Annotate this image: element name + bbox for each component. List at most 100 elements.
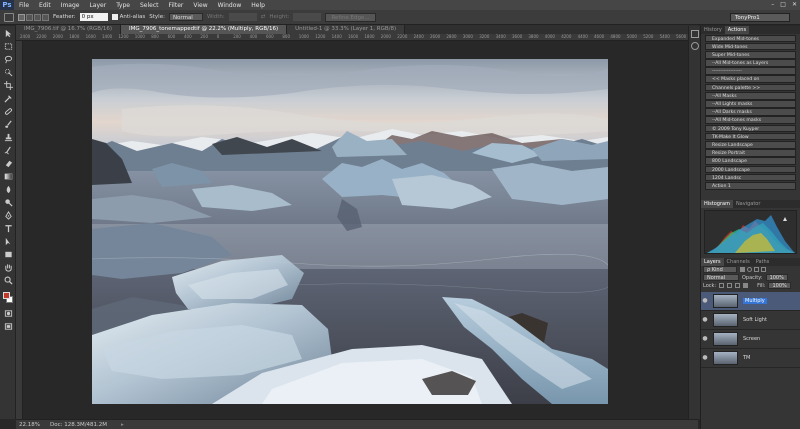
foreground-color-swatch[interactable] <box>3 292 10 299</box>
lock-pixels-icon[interactable] <box>719 283 725 289</box>
action-item[interactable]: 2000 Landscape <box>705 165 796 174</box>
layer-name[interactable]: Screen <box>743 336 760 342</box>
menu-select[interactable]: Select <box>135 2 164 9</box>
action-item[interactable]: 1204 Landsc <box>705 173 796 182</box>
layer-row[interactable]: ● Soft Light <box>701 311 800 330</box>
action-item[interactable]: Channels palette >> <box>705 83 796 92</box>
menu-type[interactable]: Type <box>111 2 135 9</box>
action-item[interactable]: --All Mid-tones as Layers <box>705 59 796 67</box>
shape-filter-icon[interactable] <box>761 267 766 273</box>
action-item[interactable]: ------------------ <box>705 67 796 75</box>
eyedropper-icon[interactable] <box>2 93 14 104</box>
layer-kind-filter[interactable]: ρ Kind <box>703 266 737 274</box>
eye-icon[interactable]: ● <box>701 316 709 323</box>
blur-tool-icon[interactable] <box>2 184 14 195</box>
eraser-tool-icon[interactable] <box>2 158 14 169</box>
fill-input[interactable]: 100% <box>768 282 791 290</box>
layer-name[interactable]: TM <box>743 355 750 361</box>
action-item[interactable]: © 2009 Tony Kuyper <box>705 124 796 133</box>
action-item[interactable]: Expanded Mid-tones <box>705 34 796 43</box>
new-selection-icon[interactable] <box>18 13 25 21</box>
action-item[interactable]: Action 1 <box>705 181 796 190</box>
zoom-tool-icon[interactable] <box>2 275 14 286</box>
tab-channels[interactable]: Channels <box>724 258 753 266</box>
action-item[interactable]: TK-Make It Glow <box>705 132 796 141</box>
tab-navigator[interactable]: Navigator <box>733 200 763 208</box>
menu-view[interactable]: View <box>188 2 212 9</box>
action-item[interactable]: << Masks placed on <box>705 75 796 84</box>
clone-stamp-icon[interactable] <box>2 132 14 143</box>
action-item[interactable]: --All Masks <box>705 91 796 100</box>
layer-row[interactable]: ● TM <box>701 349 800 368</box>
lock-paint-icon[interactable] <box>727 283 733 289</box>
intersect-selection-icon[interactable] <box>42 13 49 21</box>
brush-tool-icon[interactable] <box>2 119 14 130</box>
menu-window[interactable]: Window <box>213 2 247 9</box>
lock-position-icon[interactable] <box>735 283 741 289</box>
healing-brush-icon[interactable] <box>2 106 14 117</box>
tab-untitled[interactable]: Untitled-1 @ 33.3% (Layer 1, RGB/8) <box>287 25 406 34</box>
lock-all-icon[interactable] <box>743 283 749 289</box>
swap-icon[interactable]: ⇄ <box>261 14 266 20</box>
menu-layer[interactable]: Layer <box>84 2 111 9</box>
type-filter-icon[interactable] <box>754 267 759 273</box>
opacity-input[interactable]: 100% <box>765 274 788 282</box>
maximize-button[interactable]: □ <box>780 1 786 8</box>
move-tool-icon[interactable] <box>2 28 14 39</box>
subtract-selection-icon[interactable] <box>34 13 41 21</box>
eye-icon[interactable]: ● <box>701 335 709 342</box>
action-item[interactable]: 800 Landscape <box>705 157 796 165</box>
menu-file[interactable]: File <box>14 2 34 9</box>
menu-help[interactable]: Help <box>246 2 270 9</box>
feather-input[interactable]: 0 px <box>79 13 108 21</box>
tab-img7906-tonemapped[interactable]: IMG_7906_tonemappedtif @ 22.2% (Multiply… <box>120 25 288 34</box>
refine-edge-button[interactable]: Refine Edge... <box>325 12 376 22</box>
minimize-button[interactable]: – <box>771 1 774 8</box>
status-menu-arrow-icon[interactable]: ▸ <box>121 422 124 428</box>
action-item[interactable]: --All Lights masks <box>705 100 796 108</box>
antialias-checkbox[interactable]: Anti-alias <box>111 14 145 20</box>
blend-mode-select[interactable]: Normal <box>703 274 739 282</box>
workspace-select[interactable]: TonyPro1 <box>730 13 790 22</box>
pixel-filter-icon[interactable] <box>740 267 745 273</box>
tab-histogram[interactable]: Histogram <box>701 199 733 208</box>
layer-name[interactable]: Soft Light <box>743 317 767 323</box>
gradient-tool-icon[interactable] <box>2 171 14 182</box>
marquee-preset-icon[interactable] <box>4 12 14 22</box>
lasso-tool-icon[interactable] <box>2 54 14 65</box>
shape-tool-icon[interactable] <box>2 249 14 260</box>
menu-filter[interactable]: Filter <box>164 2 189 9</box>
layer-row[interactable]: ● Screen <box>701 330 800 349</box>
tab-actions[interactable]: Actions <box>724 26 750 34</box>
tab-paths[interactable]: Paths <box>753 258 773 266</box>
screen-mode-icon[interactable] <box>2 321 14 332</box>
width-input[interactable] <box>228 13 257 21</box>
layer-name[interactable]: Multiply <box>743 297 767 304</box>
menu-image[interactable]: Image <box>56 2 85 9</box>
add-selection-icon[interactable] <box>26 13 33 21</box>
layer-row[interactable]: ● Multiply <box>701 291 800 311</box>
marquee-tool-icon[interactable] <box>2 41 14 52</box>
eye-icon[interactable]: ● <box>701 297 709 304</box>
action-item[interactable]: Super Mid-tones <box>705 50 796 59</box>
height-input[interactable] <box>293 13 322 21</box>
close-button[interactable]: ✕ <box>792 1 797 8</box>
adjustment-filter-icon[interactable] <box>747 267 752 273</box>
history-brush-icon[interactable] <box>2 145 14 156</box>
style-select[interactable]: Normal <box>168 13 203 21</box>
menu-edit[interactable]: Edit <box>34 2 56 9</box>
hand-tool-icon[interactable] <box>2 262 14 273</box>
pen-tool-icon[interactable] <box>2 210 14 221</box>
dodge-tool-icon[interactable] <box>2 197 14 208</box>
history-icon[interactable] <box>691 30 699 38</box>
type-tool-icon[interactable] <box>2 223 14 234</box>
action-item[interactable]: Resize Portrait <box>705 149 796 157</box>
tab-history[interactable]: History <box>701 26 725 34</box>
crop-tool-icon[interactable] <box>2 80 14 91</box>
action-item[interactable]: Wide Mid-tones <box>705 42 796 51</box>
tab-layers[interactable]: Layers <box>701 257 724 266</box>
eye-icon[interactable]: ● <box>701 354 709 361</box>
path-selection-icon[interactable] <box>2 236 14 247</box>
actions-icon[interactable] <box>691 42 699 50</box>
action-item[interactable]: --All Darks masks <box>705 108 796 116</box>
